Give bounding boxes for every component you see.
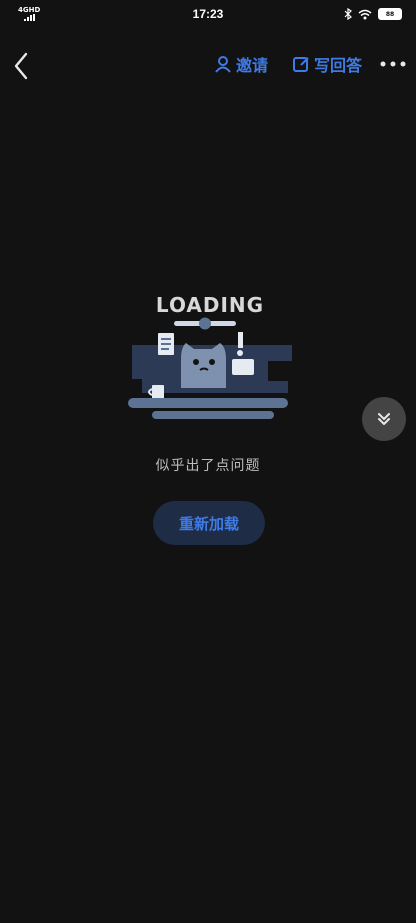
double-chevron-down-icon: [378, 413, 390, 425]
battery-icon: 88: [378, 8, 402, 20]
user-icon: [215, 56, 231, 73]
scroll-down-button[interactable]: [362, 397, 406, 441]
bluetooth-icon: [344, 8, 352, 20]
status-right: 88: [344, 8, 402, 20]
more-options-icon[interactable]: [378, 52, 408, 76]
status-bar: 4GHD 17:23 88: [0, 0, 416, 30]
write-answer-label: 写回答: [314, 56, 363, 75]
invite-label: 邀请: [236, 56, 269, 75]
loading-text: LOADING: [156, 293, 264, 317]
top-nav: 邀请 写回答: [0, 42, 416, 86]
edit-icon: [293, 57, 309, 72]
reload-button[interactable]: 重新加载: [153, 501, 265, 545]
error-message: 似乎出了点问题: [155, 458, 261, 474]
loading-error-illustration: LOADING: [128, 293, 292, 419]
invite-button[interactable]: 邀请: [214, 52, 268, 76]
write-answer-button[interactable]: 写回答: [292, 52, 362, 76]
wifi-icon: [358, 9, 372, 19]
back-arrow-icon[interactable]: [8, 46, 36, 82]
